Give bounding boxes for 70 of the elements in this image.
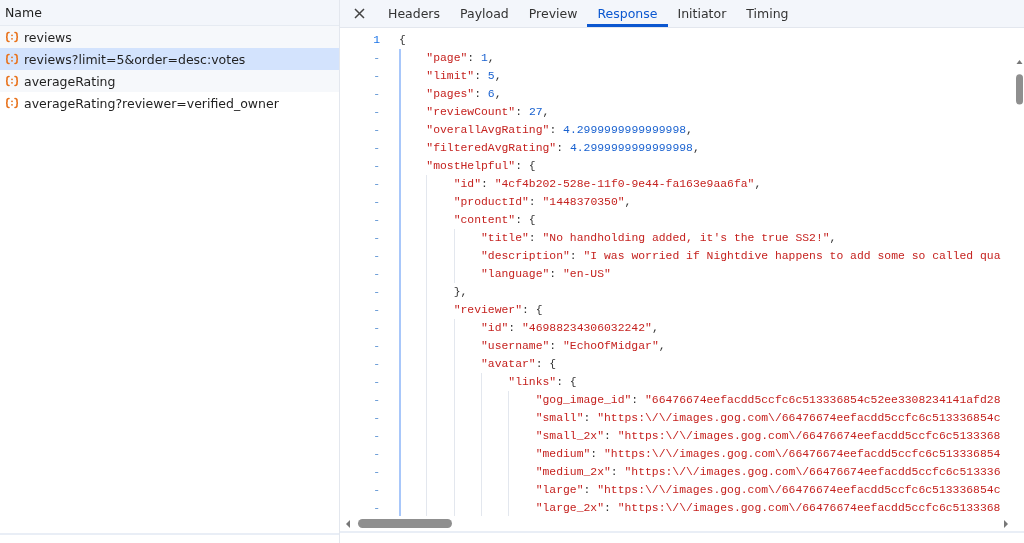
line-number: -	[372, 196, 380, 208]
line-number: -	[372, 466, 380, 478]
line-number: -	[372, 412, 380, 424]
line-number: -	[372, 124, 380, 136]
line-number: -	[372, 178, 380, 190]
line-number: -	[372, 250, 380, 262]
line-number: -	[372, 70, 380, 82]
code-line: },	[453, 285, 468, 300]
code-line: "id": "46988234306032242",	[481, 321, 659, 336]
tab[interactable]: Initiator	[667, 0, 737, 27]
code-line: "small": "https:\/\/images.gog.com\/66476674eefacdd5ccfc6c513336854c	[535, 411, 1001, 426]
column-header[interactable]: Name	[5, 5, 42, 20]
line-number: -	[372, 304, 380, 316]
line-number: -	[372, 502, 380, 514]
code-line: "reviewer": {	[453, 303, 543, 318]
code-line: "gog_image_id": "66476674eefacdd5ccfc6c513336854c52ee3308234141afd28	[535, 393, 1001, 408]
code-line: "small_2x": "https:\/\/images.gog.com\/66476674eefacdd5ccfc6c5133368	[535, 429, 1001, 444]
line-number: -	[372, 376, 380, 388]
code-line: "language": "en-US"	[481, 267, 611, 282]
code-line: "username": "EchoOfMidgar",	[481, 339, 666, 354]
code-line: "filteredAvgRating": 4.2999999999999998,	[426, 141, 700, 156]
line-number: -	[372, 358, 380, 370]
code-line: "avatar": {	[481, 357, 557, 372]
code-line: "title": "No handholding added, it's the true SS2!",	[481, 231, 837, 246]
line-number: -	[372, 142, 380, 154]
code-line: "pages": 6,	[426, 87, 502, 102]
line-number: -	[372, 268, 380, 280]
line-number: -	[372, 394, 380, 406]
request-row[interactable]: reviews	[0, 26, 339, 48]
line-number: -	[372, 340, 380, 352]
line-number: -	[372, 106, 380, 118]
code-line: "content": {	[453, 213, 536, 228]
code-line: "large_2x": "https:\/\/images.gog.com\/66476674eefacdd5ccfc6c5133368	[535, 501, 1001, 516]
request-row[interactable]: averageRating?reviewer=verified_owner	[0, 92, 339, 114]
code-line: {	[399, 33, 406, 48]
code-line: "mostHelpful": {	[426, 159, 536, 174]
request-row[interactable]: reviews?limit=5&order=desc:votes	[0, 48, 339, 70]
line-number: -	[372, 214, 380, 226]
tab[interactable]: Headers	[378, 0, 451, 27]
tab[interactable]: Response	[587, 0, 668, 27]
braces-icon	[5, 31, 19, 43]
line-number: -	[372, 232, 380, 244]
line-number: -	[372, 484, 380, 496]
braces-icon	[5, 53, 19, 65]
line-number: -	[372, 88, 380, 100]
line-number: -	[372, 52, 380, 64]
code-line: "productId": "1448370350",	[453, 195, 632, 210]
code-line: "medium_2x": "https:\/\/images.gog.com\/66476674eefacdd5ccfc6c513336	[535, 465, 1001, 480]
request-row[interactable]: averageRating	[0, 70, 339, 92]
braces-icon	[5, 97, 19, 109]
line-number: -	[372, 286, 380, 298]
code-line: "large": "https:\/\/images.gog.com\/66476674eefacdd5ccfc6c513336854c	[535, 483, 1001, 498]
code-line: "page": 1,	[426, 51, 495, 66]
close-icon[interactable]	[354, 8, 365, 19]
tab[interactable]: Timing	[736, 0, 799, 27]
code-line: "medium": "https:\/\/images.gog.com\/66476674eefacdd5ccfc6c513336854	[535, 447, 1001, 462]
code-line: "reviewCount": 27,	[426, 105, 550, 120]
code-line: "id": "4cf4b202-528e-11f0-9e44-fa163e9aa6fa",	[453, 177, 762, 192]
code-line: "description": "I was worried if Nightdive happens to add some so called qua	[481, 249, 1001, 264]
line-number: -	[372, 322, 380, 334]
tab[interactable]: Payload	[450, 0, 519, 27]
line-number: -	[372, 430, 380, 442]
line-number: 1	[372, 34, 380, 46]
line-number: -	[372, 448, 380, 460]
braces-icon	[5, 75, 19, 87]
code-line: "limit": 5,	[426, 69, 502, 84]
code-line: "links": {	[508, 375, 577, 390]
code-line: "overallAvgRating": 4.2999999999999998,	[426, 123, 693, 138]
line-number: -	[372, 160, 380, 172]
tab[interactable]: Preview	[518, 0, 588, 27]
